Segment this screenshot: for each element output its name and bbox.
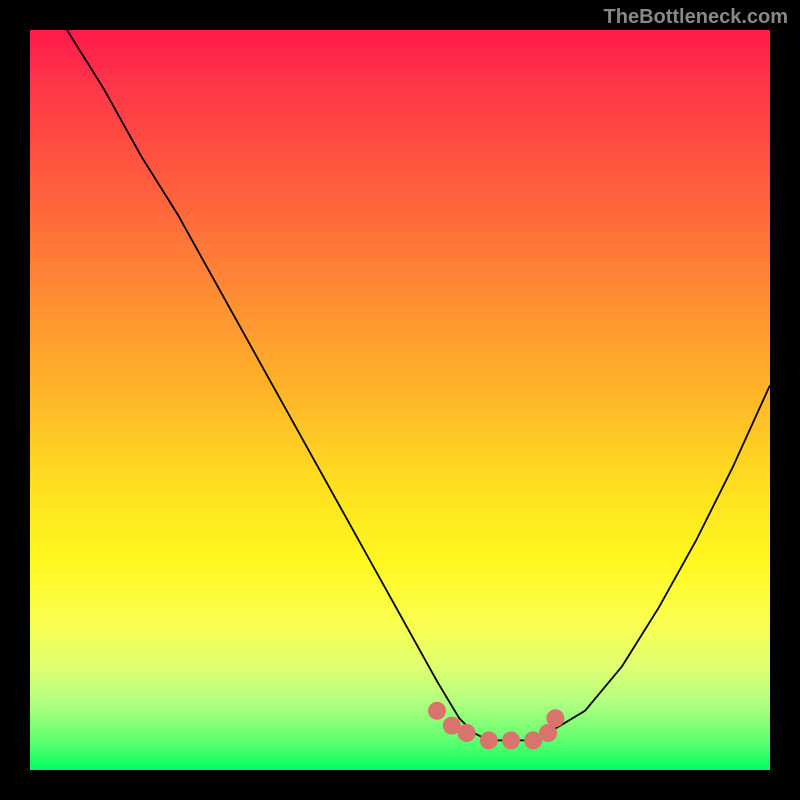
- marker-dot: [502, 731, 520, 749]
- plot-area: [30, 30, 770, 770]
- marker-dot: [458, 724, 476, 742]
- watermark-text: TheBottleneck.com: [604, 6, 788, 29]
- marker-dots-group: [428, 702, 564, 750]
- marker-dot: [428, 702, 446, 720]
- marker-dot: [546, 709, 564, 727]
- bottleneck-curve-path: [67, 30, 770, 740]
- marker-dot: [480, 731, 498, 749]
- chart-svg: [30, 30, 770, 770]
